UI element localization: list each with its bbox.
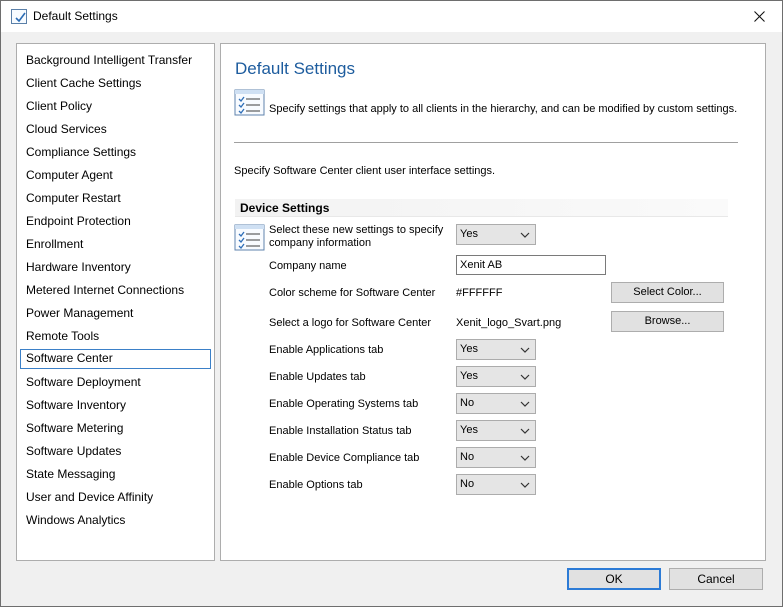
nav-item-software-inventory[interactable]: Software Inventory bbox=[20, 396, 211, 416]
checklist-icon bbox=[234, 224, 265, 251]
title-bar: Default Settings bbox=[1, 1, 782, 32]
updates-tab-label: Enable Updates tab bbox=[269, 371, 366, 383]
nav-item-hardware-inventory[interactable]: Hardware Inventory bbox=[20, 258, 211, 278]
applications-tab-label: Enable Applications tab bbox=[269, 344, 384, 356]
installation-status-tab-label: Enable Installation Status tab bbox=[269, 425, 412, 437]
nav-item-computer-restart[interactable]: Computer Restart bbox=[20, 189, 211, 209]
nav-item-computer-agent[interactable]: Computer Agent bbox=[20, 166, 211, 186]
settings-dialog: Default Settings Background Intelligent … bbox=[0, 0, 783, 607]
ok-button[interactable]: OK bbox=[567, 568, 661, 590]
color-scheme-value: #FFFFFF bbox=[456, 287, 503, 299]
page-description: Specify settings that apply to all clien… bbox=[269, 103, 738, 115]
settings-content-panel: Default Settings Specify settings that a… bbox=[220, 43, 766, 561]
chevron-down-icon bbox=[520, 428, 530, 434]
cancel-button[interactable]: Cancel bbox=[669, 568, 763, 590]
settings-category-list: Background Intelligent Transfer Client C… bbox=[16, 43, 215, 561]
settings-app-icon bbox=[11, 9, 27, 24]
chevron-down-icon bbox=[520, 401, 530, 407]
options-tab-select[interactable]: No bbox=[456, 474, 536, 495]
os-tab-select[interactable]: No bbox=[456, 393, 536, 414]
nav-item-remote-tools[interactable]: Remote Tools bbox=[20, 327, 211, 347]
device-compliance-tab-select[interactable]: No bbox=[456, 447, 536, 468]
company-name-label: Company name bbox=[269, 260, 347, 272]
chevron-down-icon bbox=[520, 232, 530, 238]
nav-item-cloud-services[interactable]: Cloud Services bbox=[20, 120, 211, 140]
browse-button[interactable]: Browse... bbox=[611, 311, 724, 332]
nav-item-software-updates[interactable]: Software Updates bbox=[20, 442, 211, 462]
page-title: Default Settings bbox=[235, 59, 356, 78]
updates-tab-select[interactable]: Yes bbox=[456, 366, 536, 387]
installation-status-tab-select[interactable]: Yes bbox=[456, 420, 536, 441]
nav-item-endpoint-protection[interactable]: Endpoint Protection bbox=[20, 212, 211, 232]
nav-item-background-intelligent-transfer[interactable]: Background Intelligent Transfer bbox=[20, 51, 211, 71]
nav-item-user-and-device-affinity[interactable]: User and Device Affinity bbox=[20, 488, 211, 508]
nav-item-client-policy[interactable]: Client Policy bbox=[20, 97, 211, 117]
select-color-button[interactable]: Select Color... bbox=[611, 282, 724, 303]
device-settings-header: Device Settings bbox=[235, 199, 728, 217]
custom-company-label: Select these new settings to specify com… bbox=[269, 224, 444, 249]
applications-tab-select[interactable]: Yes bbox=[456, 339, 536, 360]
chevron-down-icon bbox=[520, 374, 530, 380]
close-button[interactable] bbox=[736, 1, 782, 32]
checklist-icon bbox=[234, 89, 265, 116]
nav-item-software-center[interactable]: Software Center bbox=[20, 349, 211, 369]
os-tab-label: Enable Operating Systems tab bbox=[269, 398, 419, 410]
device-compliance-tab-label: Enable Device Compliance tab bbox=[269, 452, 420, 464]
nav-item-software-metering[interactable]: Software Metering bbox=[20, 419, 211, 439]
nav-item-compliance-settings[interactable]: Compliance Settings bbox=[20, 143, 211, 163]
nav-item-software-deployment[interactable]: Software Deployment bbox=[20, 373, 211, 393]
group-header-label: Device Settings bbox=[240, 201, 330, 215]
section-intro: Specify Software Center client user inte… bbox=[234, 165, 496, 177]
logo-filename: Xenit_logo_Svart.png bbox=[456, 317, 562, 329]
color-scheme-label: Color scheme for Software Center bbox=[269, 287, 436, 299]
custom-company-select[interactable]: Yes bbox=[456, 224, 536, 245]
nav-item-client-cache-settings[interactable]: Client Cache Settings bbox=[20, 74, 211, 94]
window-title: Default Settings bbox=[33, 9, 118, 23]
close-icon bbox=[753, 11, 765, 22]
divider bbox=[234, 142, 738, 143]
chevron-down-icon bbox=[520, 347, 530, 353]
nav-item-metered-internet-connections[interactable]: Metered Internet Connections bbox=[20, 281, 211, 301]
nav-item-windows-analytics[interactable]: Windows Analytics bbox=[20, 511, 211, 531]
options-tab-label: Enable Options tab bbox=[269, 479, 363, 491]
chevron-down-icon bbox=[520, 482, 530, 488]
nav-item-state-messaging[interactable]: State Messaging bbox=[20, 465, 211, 485]
nav-item-power-management[interactable]: Power Management bbox=[20, 304, 211, 324]
nav-item-enrollment[interactable]: Enrollment bbox=[20, 235, 211, 255]
company-name-input[interactable]: Xenit AB bbox=[456, 255, 606, 275]
logo-label: Select a logo for Software Center bbox=[269, 317, 432, 329]
chevron-down-icon bbox=[520, 455, 530, 461]
